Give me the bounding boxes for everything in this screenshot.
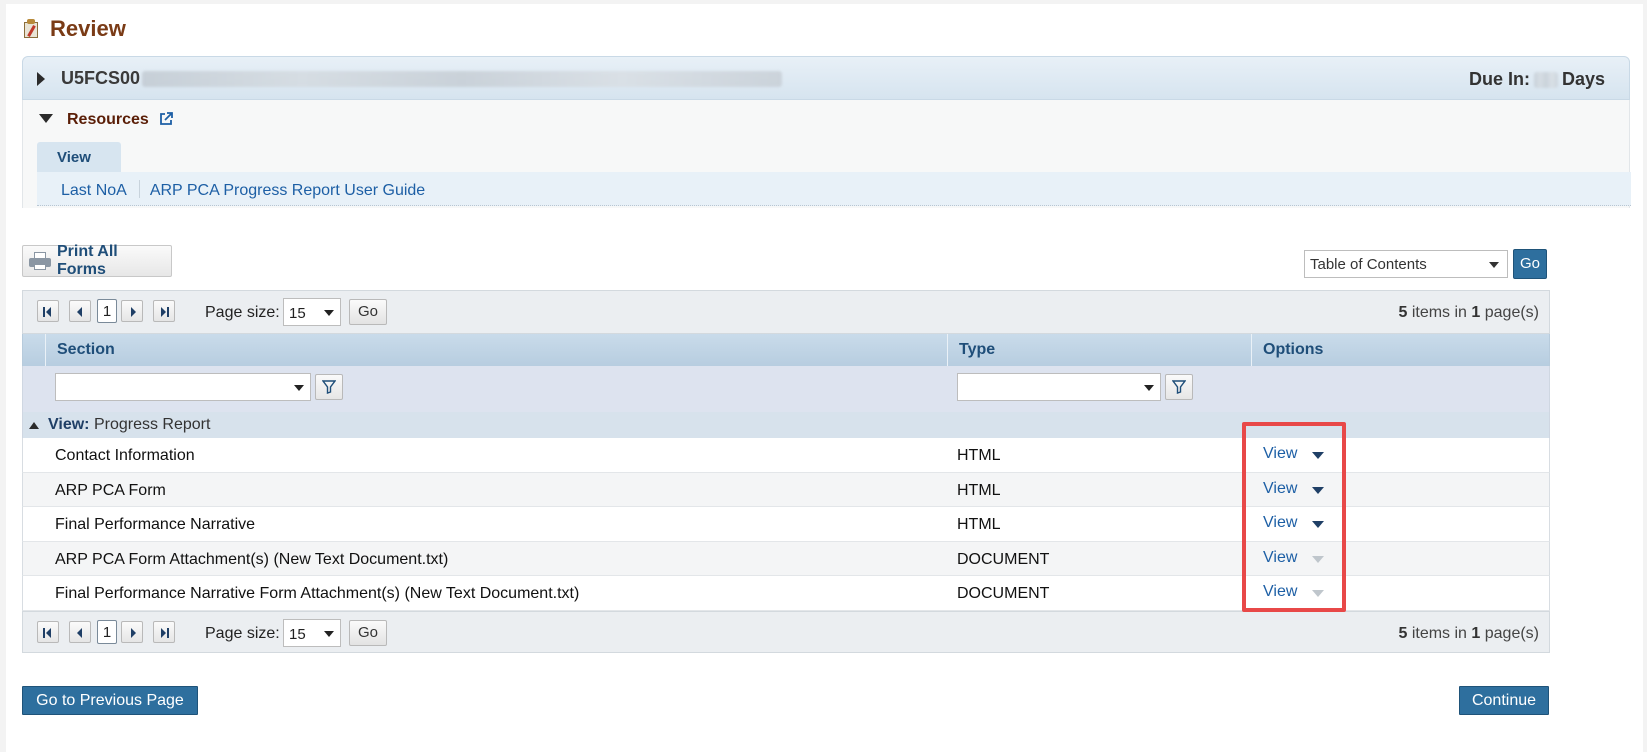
page-size-go-button[interactable]: Go bbox=[349, 299, 387, 325]
sections-grid: 1 Page size: 15 Go 5 items in 1 page(s) … bbox=[22, 290, 1550, 653]
last-page-button[interactable] bbox=[153, 620, 175, 643]
grant-number: U5FCS00 bbox=[61, 68, 141, 88]
type-cell: HTML bbox=[957, 481, 1001, 499]
column-header-type[interactable]: Type bbox=[959, 341, 995, 359]
prev-page-button[interactable] bbox=[69, 620, 91, 643]
page-size-value: 15 bbox=[289, 305, 306, 322]
chevron-down-icon[interactable] bbox=[1312, 486, 1324, 494]
group-header-row[interactable]: View: Progress Report bbox=[22, 412, 1550, 438]
tab-view[interactable]: View bbox=[37, 142, 121, 172]
resource-links: Last NoA ARP PCA Progress Report User Gui… bbox=[37, 172, 1631, 206]
redacted-days bbox=[1533, 72, 1558, 89]
first-page-button[interactable] bbox=[37, 620, 59, 643]
type-filter-button[interactable] bbox=[1165, 374, 1193, 400]
link-user-guide[interactable]: ARP PCA Progress Report User Guide bbox=[150, 182, 425, 199]
page-size-go-button[interactable]: Go bbox=[349, 619, 387, 646]
page-number-1[interactable]: 1 bbox=[97, 619, 117, 644]
type-cell: DOCUMENT bbox=[957, 585, 1050, 603]
section-filter-select[interactable] bbox=[55, 373, 311, 401]
printer-icon bbox=[29, 252, 51, 270]
grant-title[interactable]: U5FCS00 bbox=[61, 68, 783, 89]
chevron-down-icon bbox=[294, 385, 304, 391]
page-size-value: 15 bbox=[289, 625, 306, 643]
table-row: Final Performance Narrative Form Attachm… bbox=[22, 576, 1550, 611]
table-row: ARP PCA Form HTML View bbox=[22, 472, 1550, 508]
view-link[interactable]: View bbox=[1263, 445, 1297, 463]
chevron-down-icon bbox=[1312, 555, 1324, 563]
group-collapse-icon[interactable] bbox=[29, 422, 39, 429]
pager-top: 1 Page size: 15 Go 5 items in 1 page(s) bbox=[22, 290, 1550, 334]
items-info: 5 items in 1 page(s) bbox=[1398, 304, 1539, 321]
view-link[interactable]: View bbox=[1263, 583, 1297, 601]
next-page-button[interactable] bbox=[121, 300, 143, 322]
type-cell: DOCUMENT bbox=[957, 550, 1050, 568]
section-cell: Final Performance Narrative bbox=[55, 516, 256, 534]
group-label: View: Progress Report bbox=[48, 416, 211, 433]
review-page: Review U5FCS00 Due In: Days Resources Vie… bbox=[6, 4, 1643, 752]
section-cell: Final Performance Narrative Form Attachm… bbox=[55, 585, 580, 603]
section-cell: ARP PCA Form bbox=[55, 481, 166, 499]
due-label: Due In: bbox=[1468, 69, 1530, 89]
table-row: Contact Information HTML View bbox=[22, 438, 1550, 473]
table-of-contents-select[interactable]: Table of Contents bbox=[1304, 250, 1508, 278]
page-title: Review bbox=[50, 16, 126, 41]
type-cell: HTML bbox=[957, 516, 1001, 534]
due-suffix: Days bbox=[1561, 69, 1605, 89]
expand-arrow-icon[interactable] bbox=[37, 72, 45, 86]
page-size-label: Page size: bbox=[205, 624, 280, 642]
toc-go-button[interactable]: Go bbox=[1513, 249, 1547, 279]
table-row: ARP PCA Form Attachment(s) (New Text Doc… bbox=[22, 541, 1550, 577]
type-filter-select[interactable] bbox=[957, 373, 1161, 401]
continue-button[interactable]: Continue bbox=[1459, 686, 1549, 715]
chevron-down-icon[interactable] bbox=[1312, 452, 1324, 459]
chevron-down-icon bbox=[1144, 385, 1154, 391]
section-filter-button[interactable] bbox=[315, 374, 343, 400]
page-number-1[interactable]: 1 bbox=[97, 299, 117, 323]
chevron-down-icon[interactable] bbox=[1312, 521, 1324, 529]
review-clipboard-icon bbox=[22, 19, 40, 39]
column-headers: Section Type Options bbox=[22, 334, 1550, 366]
link-divider bbox=[138, 180, 140, 198]
column-header-options: Options bbox=[1263, 341, 1324, 358]
chevron-down-icon bbox=[1312, 590, 1324, 598]
filter-icon bbox=[322, 380, 336, 394]
items-info: 5 items in 1 page(s) bbox=[1398, 624, 1539, 642]
go-to-previous-page-button[interactable]: Go to Previous Page bbox=[22, 686, 198, 715]
view-link[interactable]: View bbox=[1263, 480, 1297, 498]
chevron-down-icon bbox=[1489, 262, 1499, 268]
pager-bottom: 1 Page size: 15 Go 5 items in 1 page(s) bbox=[22, 610, 1550, 653]
next-page-button[interactable] bbox=[121, 620, 143, 643]
section-cell: Contact Information bbox=[55, 447, 195, 464]
last-page-button[interactable] bbox=[153, 300, 175, 322]
page-header: Review bbox=[22, 14, 126, 44]
resources-label[interactable]: Resources bbox=[67, 111, 149, 129]
page-size-select[interactable]: 15 bbox=[283, 618, 341, 647]
view-link[interactable]: View bbox=[1263, 514, 1297, 532]
due-in: Due In: Days bbox=[1469, 69, 1605, 90]
first-page-button[interactable] bbox=[37, 300, 59, 322]
chevron-down-icon bbox=[324, 630, 334, 637]
print-all-forms-button[interactable]: Print All Forms bbox=[22, 243, 172, 278]
redacted-grant-info bbox=[142, 71, 783, 88]
link-last-noa[interactable]: Last NoA bbox=[61, 182, 127, 199]
view-link[interactable]: View bbox=[1263, 549, 1297, 567]
print-all-forms-label: Print All Forms bbox=[56, 243, 118, 278]
table-row: Final Performance Narrative HTML View bbox=[22, 507, 1550, 542]
chevron-down-icon bbox=[324, 310, 334, 316]
grant-header-bar: U5FCS00 Due In: Days bbox=[22, 56, 1630, 100]
filter-row bbox=[22, 366, 1550, 412]
type-cell: HTML bbox=[957, 447, 1001, 464]
column-header-section[interactable]: Section bbox=[57, 341, 115, 359]
resources-panel: Resources View Last NoA ARP PCA Progress … bbox=[22, 100, 1631, 208]
prev-page-button[interactable] bbox=[69, 300, 91, 322]
section-cell: ARP PCA Form Attachment(s) (New Text Doc… bbox=[55, 550, 449, 568]
toc-selected-value: Table of Contents bbox=[1310, 256, 1427, 273]
filter-icon bbox=[1172, 380, 1186, 394]
page-size-label: Page size: bbox=[205, 304, 280, 321]
external-link-icon[interactable] bbox=[159, 112, 173, 126]
page-size-select[interactable]: 15 bbox=[283, 298, 341, 326]
collapse-arrow-icon[interactable] bbox=[39, 114, 53, 123]
